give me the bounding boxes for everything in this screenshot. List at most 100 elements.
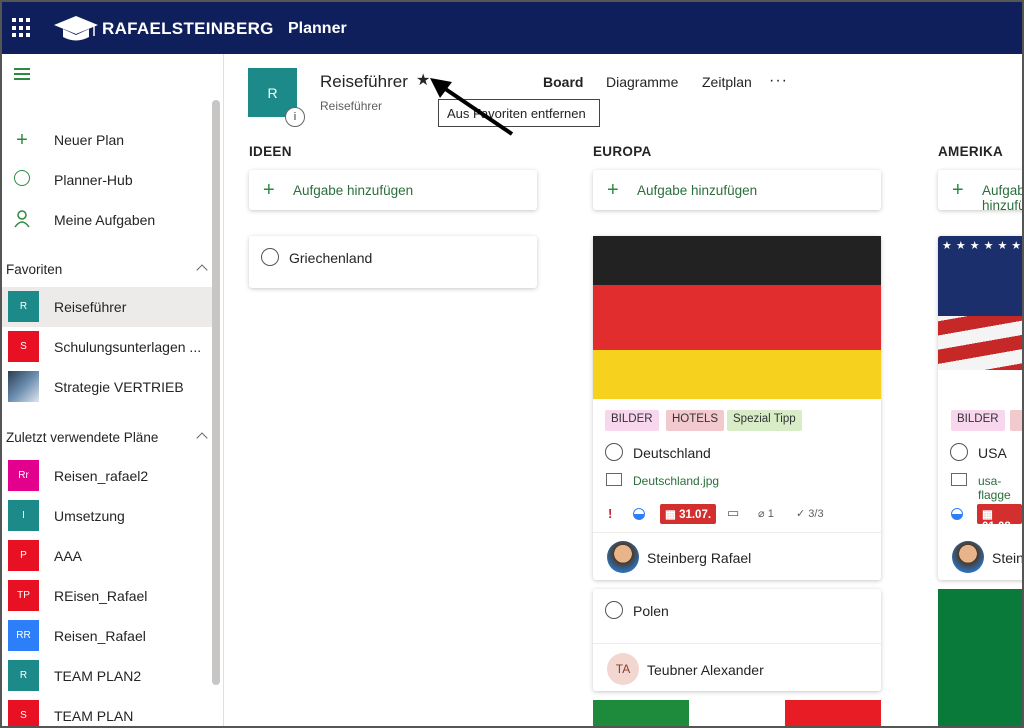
- person-icon: [12, 210, 32, 230]
- favorites-header-label: Favoriten: [6, 262, 63, 277]
- complete-checkbox[interactable]: [950, 443, 968, 461]
- bucket-title[interactable]: AMERIKA: [938, 144, 1003, 159]
- chevron-up-icon: [196, 432, 208, 444]
- sidebar-scrollbar[interactable]: [212, 100, 220, 685]
- due-date: 31.07.: [679, 509, 712, 521]
- plan-image-avatar: [8, 371, 39, 402]
- due-date-badge: ▦ 31.07.: [660, 504, 717, 524]
- plan-label: Reisen_rafael2: [54, 468, 149, 484]
- plan-avatar: S: [8, 700, 39, 726]
- plan-label: Strategie VERTRIEB: [54, 379, 184, 395]
- app-name[interactable]: Planner: [288, 20, 347, 38]
- favorite-plan-schulungsunterlagen[interactable]: S Schulungsunterlagen ...: [2, 327, 212, 367]
- favorite-plan-strategie-vertrieb[interactable]: Strategie VERTRIEB: [2, 367, 212, 407]
- user-avatar[interactable]: TA: [607, 653, 639, 685]
- recent-header-label: Zuletzt verwendete Pläne: [6, 430, 159, 445]
- plan-label: REisen_Rafael: [54, 588, 148, 604]
- priority-important-icon: !: [608, 506, 613, 521]
- label-tag: BILDER: [605, 410, 659, 431]
- brand-name: RAFAELSTEINBERG: [102, 19, 274, 38]
- plan-label: Schulungsunterlagen ...: [54, 339, 202, 355]
- add-task-button[interactable]: + Aufgabe hinzufügen: [249, 170, 537, 210]
- plan-avatar: S: [8, 331, 39, 362]
- user-avatar[interactable]: [607, 541, 639, 573]
- assignee-name: Steinberg Rafael: [647, 550, 752, 566]
- add-task-button[interactable]: + Aufgabe hinzufügen: [938, 170, 1022, 213]
- task-card[interactable]: Polen TA Teubner Alexander: [593, 589, 881, 691]
- image-attachment-icon: [951, 473, 967, 486]
- recent-plan-item[interactable]: TP REisen_Rafael: [2, 576, 212, 616]
- plan-avatar: TP: [8, 580, 39, 611]
- comment-icon: ▭: [727, 505, 740, 520]
- task-card[interactable]: [593, 236, 881, 580]
- nav-planner-hub[interactable]: Planner-Hub: [2, 160, 212, 200]
- recent-plan-item[interactable]: I Umsetzung: [2, 496, 212, 536]
- nav-my-tasks[interactable]: Meine Aufgaben: [2, 200, 212, 240]
- more-options-icon[interactable]: ···: [769, 72, 788, 90]
- nav-label: Meine Aufgaben: [54, 212, 156, 228]
- plan-avatar: P: [8, 540, 39, 571]
- user-avatar[interactable]: [952, 541, 984, 573]
- nav-label: Neuer Plan: [54, 132, 125, 148]
- progress-in-progress-icon: [633, 508, 645, 520]
- sidebar: + Neuer Plan Planner-Hub Meine Aufgaben …: [2, 54, 224, 726]
- task-title: USA: [978, 445, 1007, 461]
- label-tag: HOTELS: [666, 410, 725, 431]
- divider: [593, 532, 881, 533]
- plan-label: AAA: [54, 548, 83, 564]
- assignee-name: Stein: [992, 550, 1024, 566]
- task-card[interactable]: ★★★★★★★★★★★★★★★★★★★★: [938, 236, 1022, 580]
- collapse-menu-icon[interactable]: [14, 68, 30, 80]
- tab-schedule[interactable]: Zeitplan: [702, 74, 752, 90]
- favorites-header[interactable]: Favoriten: [6, 262, 208, 277]
- divider: [593, 643, 881, 644]
- plan-subtitle[interactable]: Reiseführer: [320, 99, 382, 113]
- plan-label: TEAM PLAN2: [54, 668, 142, 684]
- add-task-label: Aufgabe hinzufügen: [637, 183, 758, 198]
- nav-label: Planner-Hub: [54, 172, 133, 188]
- complete-checkbox[interactable]: [261, 248, 279, 266]
- plan-avatar: I: [8, 500, 39, 531]
- recent-plan-item[interactable]: P AAA: [2, 536, 212, 576]
- progress-in-progress-icon: [951, 508, 963, 520]
- plan-label: Reisen_Rafael: [54, 628, 146, 644]
- checklist-value: 3/3: [808, 508, 824, 520]
- info-icon[interactable]: i: [285, 107, 305, 127]
- due-date: 01.08: [982, 521, 1011, 533]
- label-tag: BILDER: [951, 410, 1005, 431]
- bucket-title[interactable]: IDEEN: [249, 144, 292, 159]
- task-title: Polen: [633, 603, 669, 619]
- attachment-count: ⌀ 1: [758, 508, 774, 520]
- favorite-plan-reisefuehrer[interactable]: R Reiseführer: [2, 287, 212, 327]
- checklist-status: ✓ 3/3: [796, 508, 824, 520]
- recent-plan-item[interactable]: S TEAM PLAN: [2, 696, 212, 726]
- recent-plan-item[interactable]: RR Reisen_Rafael: [2, 616, 212, 656]
- top-bar: RAFAELSTEINBERG Planner: [2, 2, 1022, 54]
- task-card[interactable]: Griechenland: [249, 236, 537, 288]
- complete-checkbox[interactable]: [605, 601, 623, 619]
- plan-avatar: Rr: [8, 460, 39, 491]
- plan-avatar: R: [8, 291, 39, 322]
- add-task-button[interactable]: + Aufgabe hinzufügen: [593, 170, 881, 210]
- tab-charts[interactable]: Diagramme: [606, 74, 678, 90]
- recent-plan-item[interactable]: R TEAM PLAN2: [2, 656, 212, 696]
- mexico-flag-image: [938, 589, 1022, 726]
- plus-icon: +: [607, 179, 619, 201]
- graduation-cap-logo-icon: [54, 16, 98, 41]
- label-tag: Spezial Tipp: [727, 410, 802, 431]
- attachment-link[interactable]: Deutschland.jpg: [633, 474, 719, 488]
- recent-plans-header[interactable]: Zuletzt verwendete Pläne: [6, 430, 208, 445]
- complete-checkbox[interactable]: [605, 443, 623, 461]
- attachment-count-value: 1: [767, 508, 774, 520]
- italy-flag-image: [593, 700, 881, 726]
- app-launcher-icon[interactable]: [12, 18, 32, 38]
- recent-plan-item[interactable]: Rr Reisen_rafael2: [2, 456, 212, 496]
- tab-board[interactable]: Board: [543, 74, 583, 90]
- plus-icon: +: [263, 179, 275, 201]
- plus-icon: +: [16, 129, 28, 151]
- nav-new-plan[interactable]: + Neuer Plan: [2, 120, 212, 160]
- image-attachment-icon: [606, 473, 622, 486]
- attachment-link[interactable]: usa-flagge: [978, 474, 1022, 502]
- bucket-title[interactable]: EUROPA: [593, 144, 652, 159]
- task-title: Griechenland: [289, 250, 373, 266]
